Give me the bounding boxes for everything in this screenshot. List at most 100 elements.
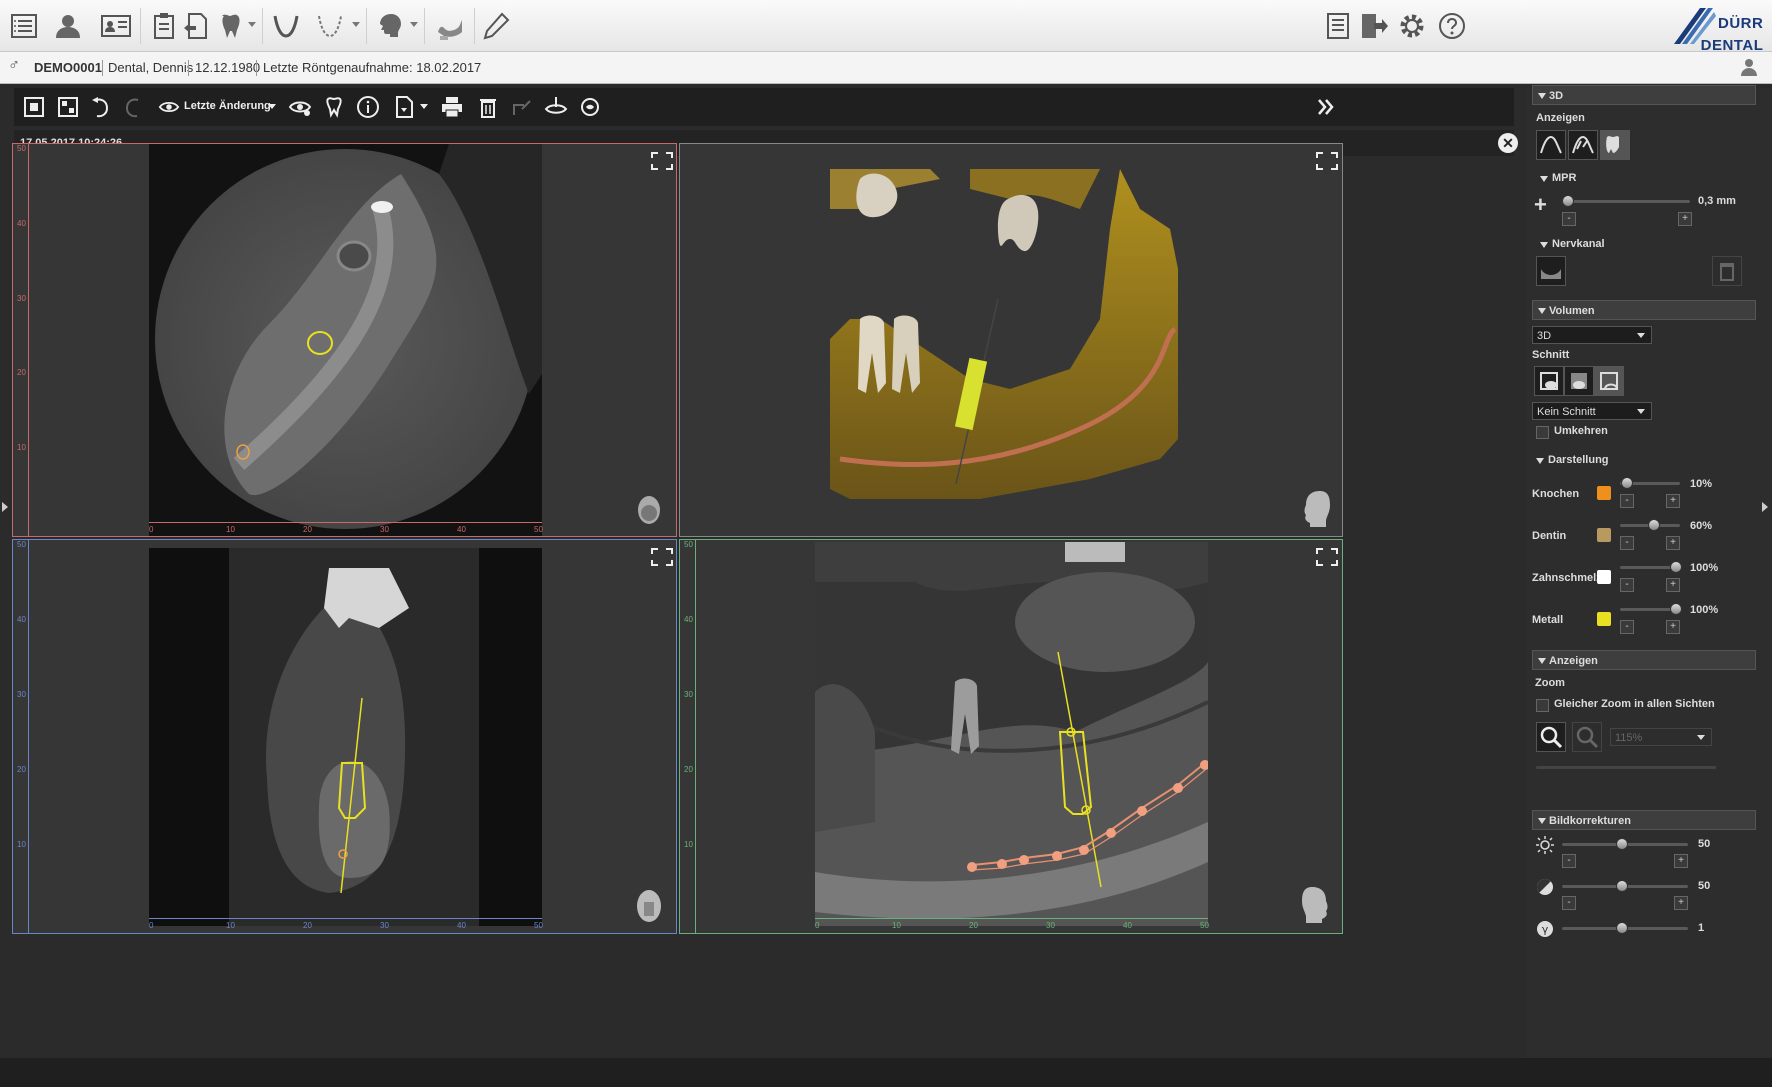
schnitt-select[interactable]: Kein Schnitt bbox=[1532, 402, 1652, 420]
material-minus-button[interactable]: - bbox=[1620, 494, 1634, 508]
view-mode-chevron-down-icon[interactable] bbox=[268, 104, 276, 109]
implant-icon[interactable] bbox=[320, 93, 348, 121]
material-minus-button[interactable]: - bbox=[1620, 578, 1634, 592]
material-plus-button[interactable]: + bbox=[1666, 620, 1680, 634]
darstellung-header[interactable]: Darstellung bbox=[1534, 454, 1609, 466]
umkehren-checkbox[interactable] bbox=[1536, 426, 1549, 439]
print-icon[interactable] bbox=[438, 93, 466, 121]
material-minus-button[interactable]: - bbox=[1620, 536, 1634, 550]
arch-variant-icon[interactable] bbox=[310, 6, 350, 46]
material-plus-button[interactable]: + bbox=[1666, 536, 1680, 550]
fit-screen-icon[interactable] bbox=[20, 93, 48, 121]
material-color-swatch[interactable] bbox=[1597, 570, 1611, 584]
redo-icon[interactable] bbox=[120, 93, 148, 121]
zoom-tool-icon[interactable] bbox=[1536, 722, 1566, 752]
correction-plus-button[interactable]: + bbox=[1674, 854, 1688, 868]
report-icon[interactable] bbox=[1318, 6, 1358, 46]
material-color-swatch[interactable] bbox=[1597, 612, 1611, 626]
correction-slider[interactable] bbox=[1562, 880, 1688, 892]
soft-tissue-icon[interactable] bbox=[1568, 130, 1598, 160]
section-3d-header[interactable]: 3D bbox=[1532, 85, 1756, 105]
export-chevron-down-icon[interactable] bbox=[420, 104, 428, 109]
implant-view-icon[interactable] bbox=[542, 93, 570, 121]
correction-minus-button[interactable]: - bbox=[1562, 896, 1576, 910]
share-icon[interactable] bbox=[508, 93, 536, 121]
correction-slider[interactable] bbox=[1562, 922, 1688, 934]
close-image-button[interactable]: ✕ bbox=[1498, 133, 1518, 153]
pen-icon[interactable] bbox=[476, 6, 516, 46]
nerve-canal-delete-icon[interactable] bbox=[1712, 256, 1742, 286]
cut-plane-b-icon[interactable] bbox=[1564, 366, 1594, 396]
patient-list-icon[interactable] bbox=[4, 6, 44, 46]
rotate-view-icon[interactable] bbox=[576, 93, 604, 121]
export-document-icon[interactable] bbox=[390, 93, 418, 121]
collapse-left-arrow-icon[interactable] bbox=[2, 502, 8, 512]
3d-volume-render[interactable] bbox=[830, 169, 1178, 509]
3d-jaw-icon[interactable] bbox=[430, 6, 470, 46]
patient-icon[interactable] bbox=[48, 6, 88, 46]
correction-plus-button[interactable]: + bbox=[1674, 896, 1688, 910]
patient-card-icon[interactable] bbox=[96, 6, 136, 46]
panoramic-image[interactable] bbox=[813, 542, 1210, 926]
zoom-select[interactable]: 115% bbox=[1610, 728, 1712, 746]
viewport-panoramic[interactable]: 50 40 30 20 10 0 10 20 30 40 50 bbox=[679, 539, 1343, 934]
info-icon[interactable] bbox=[354, 93, 382, 121]
ruler-tick-label: 20 bbox=[303, 921, 312, 930]
ruler-tick-label: 30 bbox=[1046, 921, 1055, 930]
material-plus-button[interactable]: + bbox=[1666, 578, 1680, 592]
trash-icon[interactable] bbox=[474, 93, 502, 121]
zoom-100-icon[interactable] bbox=[1572, 722, 1602, 752]
bone-surface-icon[interactable] bbox=[1536, 130, 1566, 160]
brand-name-line1: DÜRR bbox=[1718, 15, 1764, 32]
material-opacity-slider[interactable] bbox=[1620, 561, 1682, 573]
nerve-canal-draw-icon[interactable] bbox=[1536, 256, 1566, 286]
teeth-render-icon[interactable] bbox=[1600, 130, 1630, 160]
eye-icon[interactable] bbox=[158, 93, 180, 121]
volumen-header[interactable]: Volumen bbox=[1532, 300, 1756, 320]
same-zoom-checkbox[interactable] bbox=[1536, 699, 1549, 712]
expand-viewport-icon[interactable] bbox=[1316, 152, 1338, 170]
material-color-swatch[interactable] bbox=[1597, 486, 1611, 500]
collapse-right-arrow-icon[interactable] bbox=[1762, 502, 1768, 512]
mpr-thickness-slider[interactable] bbox=[1562, 195, 1690, 207]
ceph-head-icon[interactable] bbox=[370, 6, 410, 46]
material-plus-button[interactable]: + bbox=[1666, 494, 1680, 508]
visibility-settings-icon[interactable] bbox=[286, 93, 314, 121]
cross-section-image[interactable] bbox=[149, 548, 542, 926]
cut-plane-a-icon[interactable] bbox=[1534, 366, 1564, 396]
undo-icon[interactable] bbox=[86, 93, 114, 121]
user-icon[interactable] bbox=[1738, 56, 1760, 81]
expand-viewport-icon[interactable] bbox=[1316, 548, 1338, 566]
double-chevron-right-icon[interactable] bbox=[1312, 93, 1340, 121]
crosshair-icon[interactable]: + bbox=[1534, 192, 1547, 218]
viewport-cross-section[interactable]: 50 40 30 20 10 0 10 20 30 40 50 bbox=[12, 539, 677, 934]
cut-plane-none-icon[interactable] bbox=[1594, 366, 1624, 396]
mpr-header[interactable]: MPR bbox=[1538, 172, 1576, 184]
panoramic-arch-icon[interactable] bbox=[266, 6, 306, 46]
layout-grid-icon[interactable] bbox=[54, 93, 82, 121]
zoom-slider[interactable] bbox=[1536, 766, 1716, 769]
logout-icon[interactable] bbox=[1354, 6, 1394, 46]
mpr-minus-button[interactable]: - bbox=[1562, 212, 1576, 226]
material-minus-button[interactable]: - bbox=[1620, 620, 1634, 634]
bildkorrekturen-header[interactable]: Bildkorrekturen bbox=[1532, 810, 1756, 830]
mpr-plus-button[interactable]: + bbox=[1678, 212, 1692, 226]
tooth-icon[interactable] bbox=[210, 6, 250, 46]
material-opacity-slider[interactable] bbox=[1620, 519, 1680, 531]
gear-icon[interactable] bbox=[1392, 6, 1432, 46]
anzeigen-section-header[interactable]: Anzeigen bbox=[1532, 650, 1756, 670]
axial-image[interactable] bbox=[149, 144, 542, 536]
material-opacity-slider[interactable] bbox=[1620, 477, 1680, 489]
help-icon[interactable] bbox=[1432, 6, 1472, 46]
material-opacity-slider[interactable] bbox=[1620, 603, 1682, 615]
expand-viewport-icon[interactable] bbox=[651, 548, 673, 566]
nervkanal-header[interactable]: Nervkanal bbox=[1538, 238, 1605, 250]
volumen-select[interactable]: 3D bbox=[1532, 326, 1652, 344]
correction-slider[interactable] bbox=[1562, 838, 1688, 850]
expand-viewport-icon[interactable] bbox=[651, 152, 673, 170]
material-color-swatch[interactable] bbox=[1597, 528, 1611, 542]
view-mode-dropdown[interactable]: Letzte Änderung bbox=[184, 100, 271, 112]
correction-minus-button[interactable]: - bbox=[1562, 854, 1576, 868]
viewport-axial[interactable]: 50 40 30 20 10 0 10 20 30 40 50 bbox=[12, 143, 677, 537]
viewport-3d[interactable] bbox=[679, 143, 1343, 537]
